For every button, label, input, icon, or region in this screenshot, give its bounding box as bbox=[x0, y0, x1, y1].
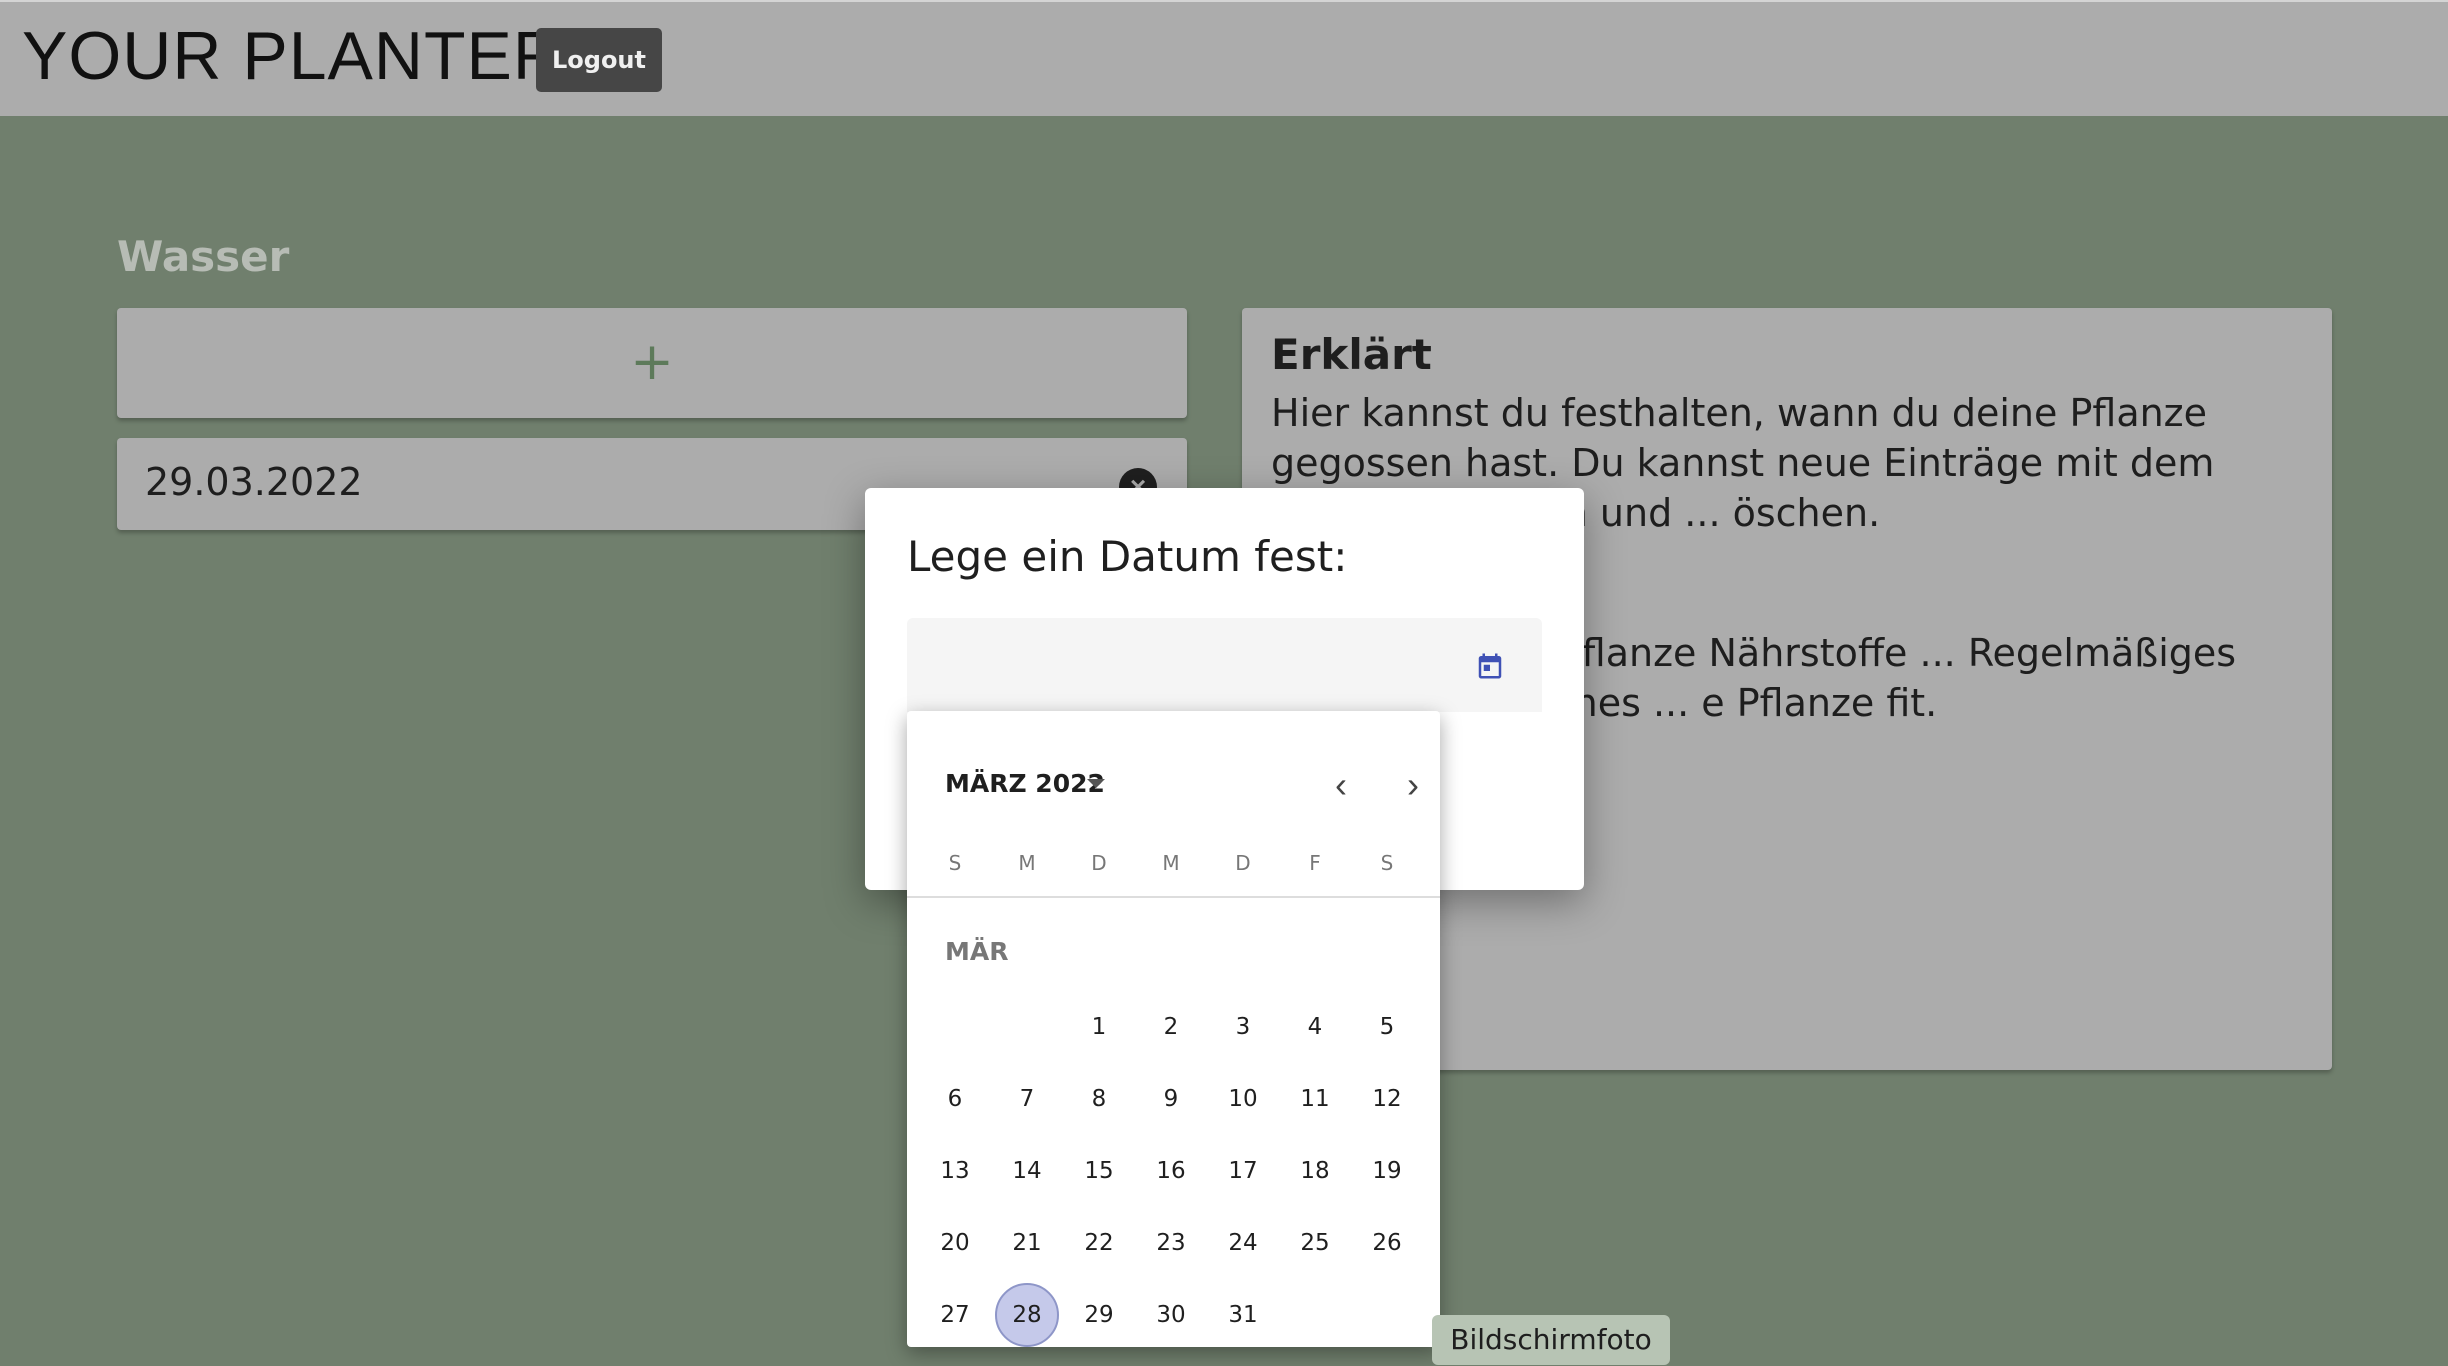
day-number bbox=[995, 995, 1059, 1059]
calendar-day[interactable]: 22 bbox=[1063, 1207, 1135, 1279]
entry-date: 29.03.2022 bbox=[145, 460, 363, 504]
weekday-label: M bbox=[1162, 851, 1180, 875]
section-title: Wasser bbox=[117, 232, 290, 281]
calendar-day[interactable]: 31 bbox=[1207, 1279, 1279, 1351]
day-number: 18 bbox=[1300, 1158, 1330, 1184]
day-number: 14 bbox=[1012, 1158, 1042, 1184]
caret-down-icon[interactable] bbox=[1087, 779, 1105, 788]
day-number: 15 bbox=[1084, 1158, 1114, 1184]
calendar-day[interactable]: 3 bbox=[1207, 991, 1279, 1063]
weekday-label: D bbox=[1235, 851, 1251, 875]
info-heading: Erklärt bbox=[1271, 330, 1432, 379]
calendar-day[interactable]: 9 bbox=[1135, 1063, 1207, 1135]
day-number: 11 bbox=[1300, 1086, 1330, 1112]
day-number: 13 bbox=[940, 1158, 970, 1184]
day-number: 29 bbox=[1084, 1302, 1114, 1328]
logout-button[interactable]: Logout bbox=[536, 28, 662, 92]
chevron-right-icon[interactable]: › bbox=[1393, 763, 1433, 807]
day-number: 31 bbox=[1228, 1302, 1258, 1328]
day-number: 10 bbox=[1228, 1086, 1258, 1112]
calendar-day[interactable]: 27 bbox=[919, 1279, 991, 1351]
weekday-label: S bbox=[1380, 851, 1394, 875]
calendar-day[interactable]: 28 bbox=[991, 1279, 1063, 1351]
day-number: 2 bbox=[1163, 1014, 1179, 1040]
weekday-label: F bbox=[1309, 851, 1321, 875]
calendar-day[interactable]: 19 bbox=[1351, 1135, 1423, 1207]
day-number: 27 bbox=[940, 1302, 970, 1328]
day-number: 5 bbox=[1379, 1014, 1395, 1040]
calendar-day[interactable]: 10 bbox=[1207, 1063, 1279, 1135]
day-number: 8 bbox=[1091, 1086, 1107, 1112]
chevron-left-icon[interactable]: ‹ bbox=[1321, 763, 1361, 807]
calendar-day[interactable]: 11 bbox=[1279, 1063, 1351, 1135]
day-number: 20 bbox=[940, 1230, 970, 1256]
day-number: 25 bbox=[1300, 1230, 1330, 1256]
calendar-empty-cell bbox=[919, 991, 991, 1063]
day-number: 26 bbox=[1372, 1230, 1402, 1256]
month-short-label: MÄR bbox=[945, 937, 1009, 966]
calendar-day[interactable]: 14 bbox=[991, 1135, 1063, 1207]
app-title: YOUR PLANTER bbox=[22, 18, 563, 94]
day-number: 21 bbox=[1012, 1230, 1042, 1256]
calendar-day[interactable]: 18 bbox=[1279, 1135, 1351, 1207]
weekday-label: S bbox=[948, 851, 962, 875]
calendar-day[interactable]: 12 bbox=[1351, 1063, 1423, 1135]
calendar-icon[interactable] bbox=[1475, 650, 1505, 682]
day-number: 9 bbox=[1163, 1086, 1179, 1112]
calendar-day[interactable]: 1 bbox=[1063, 991, 1135, 1063]
month-year-selector[interactable]: MÄRZ 2022 bbox=[945, 769, 1105, 798]
calendar-day[interactable]: 8 bbox=[1063, 1063, 1135, 1135]
calendar-day[interactable]: 6 bbox=[919, 1063, 991, 1135]
day-number bbox=[1283, 1283, 1347, 1347]
calendar-day[interactable]: 16 bbox=[1135, 1135, 1207, 1207]
day-number: 16 bbox=[1156, 1158, 1186, 1184]
calendar-day[interactable]: 2 bbox=[1135, 991, 1207, 1063]
day-number: 30 bbox=[1156, 1302, 1186, 1328]
day-number bbox=[1355, 1283, 1419, 1347]
calendar-day[interactable]: 21 bbox=[991, 1207, 1063, 1279]
weekday-label: D bbox=[1091, 851, 1107, 875]
calendar-day[interactable]: 17 bbox=[1207, 1135, 1279, 1207]
calendar-day[interactable]: 29 bbox=[1063, 1279, 1135, 1351]
calendar-empty-cell bbox=[1279, 1279, 1351, 1351]
day-number: 7 bbox=[1019, 1086, 1035, 1112]
calendar-day[interactable]: 26 bbox=[1351, 1207, 1423, 1279]
day-number: 17 bbox=[1228, 1158, 1258, 1184]
day-number: 23 bbox=[1156, 1230, 1186, 1256]
calendar-empty-cell bbox=[991, 991, 1063, 1063]
plus-icon: + bbox=[630, 332, 674, 392]
day-number: 4 bbox=[1307, 1014, 1323, 1040]
day-number: 28 bbox=[995, 1283, 1059, 1347]
calendar-day[interactable]: 24 bbox=[1207, 1207, 1279, 1279]
day-number: 22 bbox=[1084, 1230, 1114, 1256]
calendar-day[interactable]: 7 bbox=[991, 1063, 1063, 1135]
day-grid: 1 2 3 4 5 6 7 8 9 10 11 12 13 14 15 16 17 18 19 20 21 22 23 24 2… bbox=[919, 991, 1423, 1351]
calendar-day[interactable]: 15 bbox=[1063, 1135, 1135, 1207]
calendar-day[interactable]: 5 bbox=[1351, 991, 1423, 1063]
day-number: 12 bbox=[1372, 1086, 1402, 1112]
day-number: 1 bbox=[1091, 1014, 1107, 1040]
tooltip: Bildschirmfoto bbox=[1432, 1315, 1670, 1365]
weekday-header: S M D M D F S bbox=[919, 851, 1429, 881]
calendar-day[interactable]: 25 bbox=[1279, 1207, 1351, 1279]
calendar-day[interactable]: 23 bbox=[1135, 1207, 1207, 1279]
divider bbox=[907, 896, 1440, 898]
calendar-day[interactable]: 4 bbox=[1279, 991, 1351, 1063]
date-picker: MÄRZ 2022 ‹ › S M D M D F S MÄR 12345678… bbox=[907, 711, 1440, 1347]
calendar-day[interactable]: 30 bbox=[1135, 1279, 1207, 1351]
add-entry-button[interactable]: + bbox=[117, 308, 1187, 418]
day-number: 24 bbox=[1228, 1230, 1258, 1256]
calendar-empty-cell bbox=[1351, 1279, 1423, 1351]
day-number: 19 bbox=[1372, 1158, 1402, 1184]
date-input[interactable] bbox=[907, 618, 1542, 712]
day-number: 3 bbox=[1235, 1014, 1251, 1040]
calendar-day[interactable]: 13 bbox=[919, 1135, 991, 1207]
weekday-label: M bbox=[1018, 851, 1036, 875]
day-number bbox=[923, 995, 987, 1059]
top-bar: YOUR PLANTER Logout bbox=[0, 0, 2448, 116]
dialog-title: Lege ein Datum fest: bbox=[907, 532, 1348, 581]
day-number: 6 bbox=[947, 1086, 963, 1112]
calendar-day[interactable]: 20 bbox=[919, 1207, 991, 1279]
